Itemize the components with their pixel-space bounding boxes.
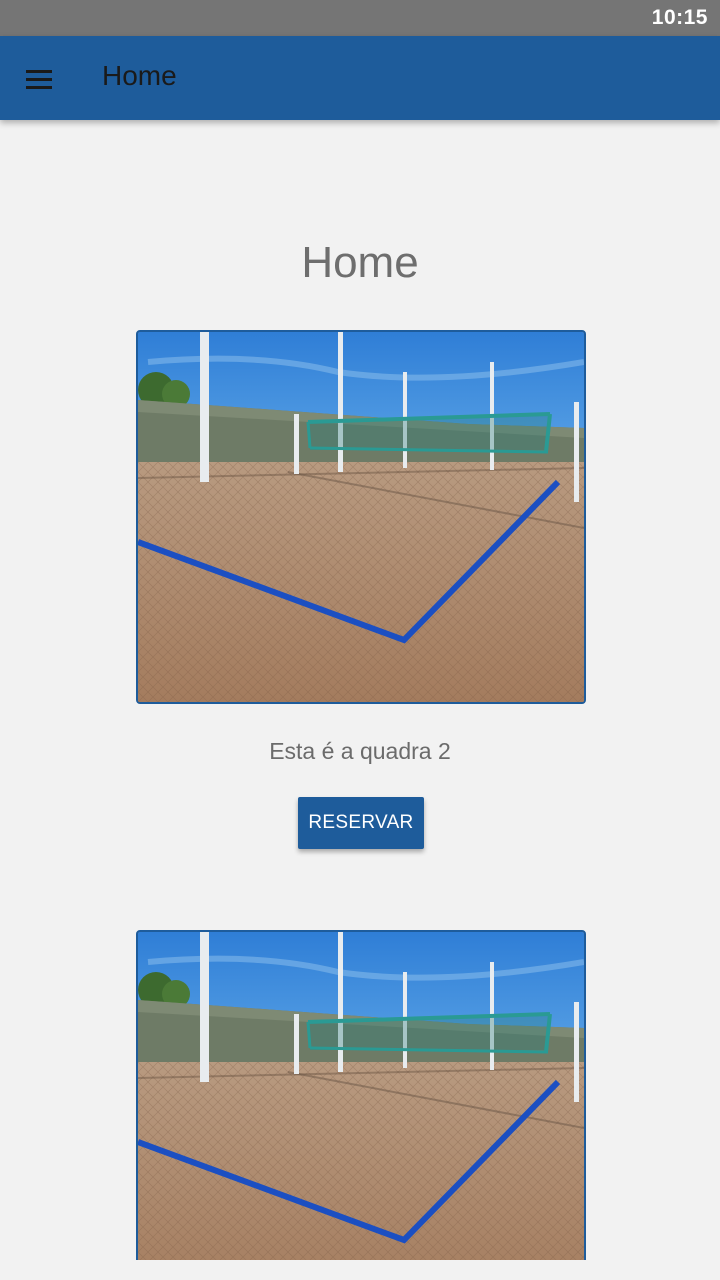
reserve-button[interactable]: RESERVAR (298, 797, 424, 849)
app-bar: Home (0, 36, 720, 120)
main-content[interactable]: Home Esta é a quadra 2 RESERVAR (0, 120, 720, 1260)
court-image (136, 330, 586, 704)
court-caption: Esta é a quadra 2 (269, 738, 451, 764)
status-time: 10:15 (651, 6, 708, 29)
status-bar: 10:15 (0, 0, 720, 36)
app-bar-title: Home (102, 60, 177, 91)
hamburger-menu-icon[interactable] (24, 68, 54, 89)
court-image (136, 930, 586, 1260)
page-title: Home (301, 238, 419, 287)
